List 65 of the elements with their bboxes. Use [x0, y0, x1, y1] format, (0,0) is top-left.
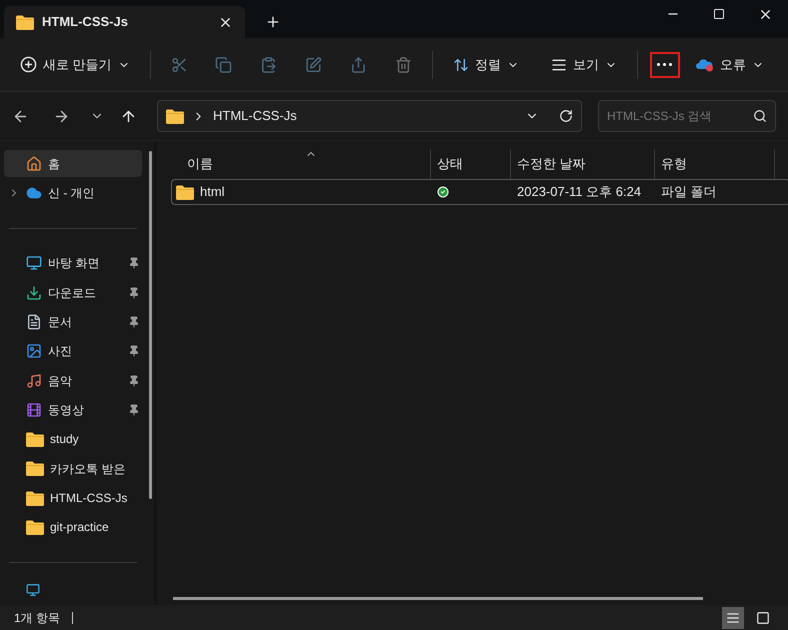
folder-icon: [26, 490, 44, 506]
picture-icon: [26, 343, 42, 360]
refresh-icon[interactable]: [559, 109, 573, 123]
folder-icon: [26, 432, 44, 447]
details-list-icon: [726, 610, 740, 624]
folder-icon: [26, 520, 44, 535]
search-field[interactable]: HTML-CSS-Js 검색: [598, 100, 776, 132]
new-tab-icon[interactable]: [265, 14, 281, 30]
column-header[interactable]: 수정한 날짜: [517, 154, 586, 174]
column-header[interactable]: 상태: [437, 154, 463, 174]
more-options-button[interactable]: [650, 52, 680, 78]
new-button[interactable]: 새로 만들기: [12, 48, 138, 80]
window-tab[interactable]: HTML-CSS-Js: [4, 6, 245, 38]
address-bar[interactable]: HTML-CSS-Js: [157, 100, 582, 132]
sidebar-item[interactable]: git-practice: [4, 514, 142, 542]
sidebar-item[interactable]: 다운로드: [4, 278, 142, 306]
music-note-icon: [26, 372, 42, 389]
home-icon: [26, 156, 42, 172]
plus-icon: [20, 56, 37, 73]
sort-arrows-icon: [452, 56, 469, 72]
search-icon: [753, 109, 767, 123]
document-icon: [26, 314, 42, 330]
sidebar-item[interactable]: 동영상: [4, 396, 142, 424]
monitor-icon: [26, 582, 40, 597]
cloud-error-icon: [696, 58, 714, 72]
sidebar-item[interactable]: 바탕 화면: [4, 250, 142, 277]
cloud-icon: [26, 185, 42, 202]
monitor-icon: [26, 255, 42, 272]
column-header[interactable]: 유형: [661, 154, 687, 174]
tile-square-icon: [756, 610, 770, 624]
file-row[interactable]: html 2023-07-11 오후 6:24 파일 폴더: [171, 179, 788, 205]
folder-icon: [16, 14, 34, 30]
folder-icon: [166, 108, 184, 124]
file-type: 파일 폴더: [661, 184, 717, 200]
sidebar-item[interactable]: 홈: [4, 150, 142, 178]
sidebar-item[interactable]: 음악: [4, 366, 142, 394]
sync-error-button[interactable]: 오류: [688, 48, 772, 80]
pin-icon[interactable]: [128, 286, 140, 299]
pin-icon[interactable]: [128, 374, 140, 387]
view-button[interactable]: 보기: [542, 48, 625, 80]
sort-button[interactable]: 정렬: [444, 48, 527, 80]
lines-icon: [550, 56, 567, 72]
sidebar-item[interactable]: HTML-CSS-Js: [4, 484, 142, 512]
item-count: 1개 항목: [14, 610, 60, 626]
scrollbar[interactable]: [148, 151, 152, 499]
horizontal-scrollbar[interactable]: [173, 596, 703, 600]
pin-icon[interactable]: [128, 404, 140, 416]
maximize-icon[interactable]: [713, 8, 725, 20]
tab-title: HTML-CSS-Js: [42, 13, 129, 32]
pin-icon[interactable]: [128, 257, 140, 270]
sidebar-item[interactable]: 문서: [4, 308, 142, 336]
modified-date: 2023-07-11 오후 6:24: [517, 184, 642, 200]
folder-icon: [176, 184, 194, 200]
film-icon: [26, 402, 42, 418]
column-header[interactable]: 이름: [187, 154, 213, 174]
download-icon: [26, 284, 42, 301]
file-name: html: [200, 183, 225, 202]
sidebar-item[interactable]: 사진: [4, 338, 142, 365]
sidebar-item[interactable]: 신 - 개인: [4, 179, 142, 207]
pin-icon[interactable]: [128, 345, 140, 358]
sidebar-item[interactable]: 카카오톡 받은: [4, 455, 142, 482]
details-view-button[interactable]: [722, 606, 744, 628]
pin-icon[interactable]: [128, 316, 140, 328]
folder-icon: [26, 461, 44, 476]
sidebar-item[interactable]: study: [4, 426, 142, 453]
